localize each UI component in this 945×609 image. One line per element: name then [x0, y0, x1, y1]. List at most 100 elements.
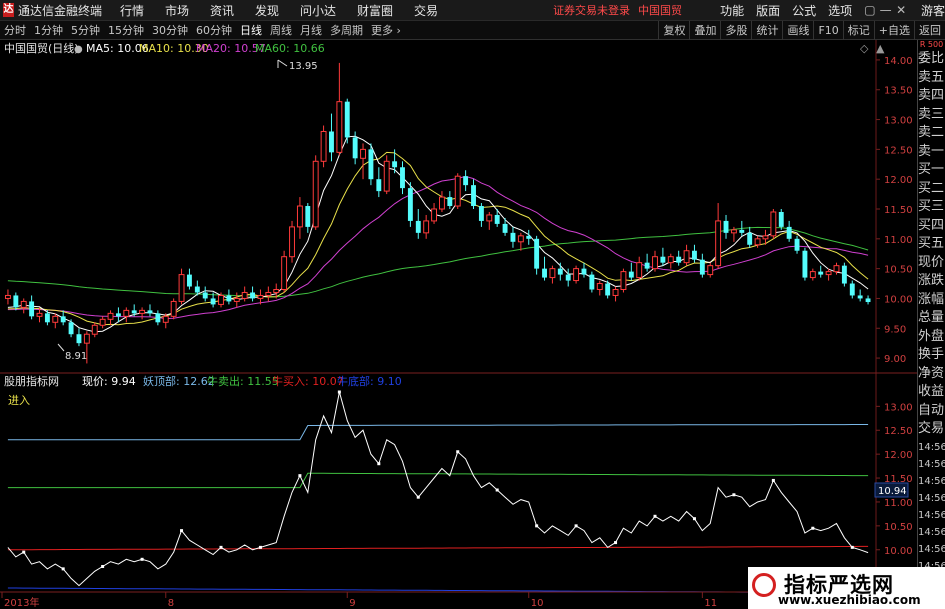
menu-quotes[interactable]: 行情 [120, 2, 144, 19]
tool-draw[interactable]: 画线 [782, 20, 813, 40]
quote-field[interactable]: 14:56 [918, 524, 945, 541]
candle-body [471, 185, 476, 207]
quote-field[interactable]: 14:56 [918, 473, 945, 490]
quote-field[interactable]: 买四 [918, 217, 945, 236]
quote-field[interactable]: 买二 [918, 180, 945, 199]
minimize-icon[interactable]: ▢ [862, 3, 878, 17]
period-1min[interactable]: 1分钟 [30, 21, 67, 40]
quote-field[interactable]: 卖五 [918, 69, 945, 88]
quote-field[interactable]: 总量 [918, 309, 945, 328]
candle-body [660, 256, 666, 263]
quote-field[interactable]: 14:56 [918, 507, 945, 524]
candle [707, 262, 714, 278]
tool-back[interactable]: 返回 [914, 20, 945, 40]
tool-adjust[interactable]: 复权 [658, 20, 689, 40]
quote-field[interactable]: 现价 [918, 254, 945, 273]
candle-body [281, 256, 288, 290]
candle-body [407, 188, 413, 221]
price-dot [535, 524, 539, 528]
menu-wealth[interactable]: 财富圈 [357, 2, 393, 19]
candles[interactable] [4, 62, 871, 364]
candle-body [99, 318, 106, 326]
period-multi[interactable]: 多周期 [326, 21, 367, 40]
trade-login-status[interactable]: 证券交易未登录 [553, 2, 630, 18]
candle-body [542, 268, 547, 278]
quote-field[interactable]: 买三 [918, 198, 945, 217]
period-weekly[interactable]: 周线 [266, 21, 296, 40]
guest-user[interactable]: 游客 [921, 2, 945, 19]
menu-ask[interactable]: 问小达 [300, 2, 336, 19]
price-tag: 10.94 [878, 486, 907, 497]
quote-field[interactable]: 外盘 [918, 328, 945, 347]
period-timeshare[interactable]: 分时 [0, 21, 30, 40]
candle [250, 286, 256, 302]
date-label: 11 [704, 598, 717, 609]
quote-field[interactable]: 涨幅 [918, 291, 945, 310]
candle [202, 286, 208, 302]
quote-field[interactable]: 卖三 [918, 106, 945, 125]
period-60min[interactable]: 60分钟 [192, 21, 236, 40]
quote-field[interactable]: 买一 [918, 161, 945, 180]
menu-options[interactable]: 选项 [828, 2, 852, 19]
period-more[interactable]: 更多 › [367, 21, 405, 40]
settings-icon[interactable]: ◇ [860, 42, 869, 55]
tool-f10[interactable]: F10 [813, 20, 842, 40]
quote-field[interactable]: 委比 [918, 50, 945, 69]
period-5min[interactable]: 5分钟 [67, 21, 104, 40]
period-monthly[interactable]: 月线 [296, 21, 326, 40]
candle-body [841, 265, 847, 284]
period-daily[interactable]: 日线 [236, 21, 266, 40]
quote-field[interactable]: 换手 [918, 346, 945, 365]
period-30min[interactable]: 30分钟 [148, 21, 192, 40]
candle-body [683, 250, 690, 264]
app-title: 通达信金融终端 [17, 3, 102, 18]
restore-icon[interactable]: — [878, 3, 894, 17]
quote-field[interactable]: 自动 [918, 402, 945, 421]
candle-body [423, 220, 430, 234]
candle [589, 271, 595, 293]
ind-y-tick-label: 13.00 [884, 402, 913, 413]
quote-field[interactable]: 收益 [918, 383, 945, 402]
menu-formula[interactable]: 公式 [792, 2, 816, 19]
quote-field[interactable]: 14:56 [918, 490, 945, 507]
candle [676, 250, 682, 266]
collapse-icon[interactable]: ▲ [876, 42, 885, 55]
quote-field[interactable]: 14:56 [918, 541, 945, 558]
close-icon[interactable]: ✕ [893, 3, 909, 17]
y-tick-label: 14.00 [884, 56, 913, 67]
tool-overlay[interactable]: 叠加 [689, 20, 720, 40]
kline-chart[interactable]: 中国国贸(日线) ● MA5: 10.06 MA10: 10.30 MA20: … [0, 40, 917, 609]
quote-field[interactable]: 涨跌 [918, 272, 945, 291]
y-tick-label: 12.50 [884, 145, 913, 156]
ind-y-tick-label: 12.50 [884, 426, 913, 437]
candle [612, 286, 619, 302]
menu-news[interactable]: 资讯 [210, 2, 234, 19]
price-dot [61, 567, 65, 571]
candle-body [557, 268, 563, 275]
quote-field[interactable]: 14:56 [918, 456, 945, 473]
quote-field[interactable]: 卖四 [918, 87, 945, 106]
tool-mark[interactable]: 标记 [842, 20, 874, 40]
tool-multi-stock[interactable]: 多股 [720, 20, 751, 40]
period-15min[interactable]: 15分钟 [104, 21, 148, 40]
candle [186, 268, 192, 290]
quote-field[interactable]: 卖二 [918, 124, 945, 143]
quote-field[interactable]: 卖一 [918, 143, 945, 162]
candle-body [368, 149, 374, 180]
menu-trade[interactable]: 交易 [414, 2, 438, 19]
menu-function[interactable]: 功能 [720, 2, 744, 19]
menu-layout[interactable]: 版面 [756, 2, 780, 19]
tool-add-watch[interactable]: +自选 [873, 20, 914, 40]
quote-field[interactable]: 14:56 [918, 439, 945, 456]
tool-stats[interactable]: 统计 [751, 20, 782, 40]
candle-body [849, 283, 855, 296]
menu-market[interactable]: 市场 [165, 2, 189, 19]
quote-field[interactable]: 买五 [918, 235, 945, 254]
menu-discover[interactable]: 发现 [255, 2, 279, 19]
candle [52, 313, 59, 329]
quote-field[interactable]: 交易 [918, 420, 945, 439]
quote-field[interactable]: 净资 [918, 365, 945, 384]
candle [526, 229, 532, 245]
candle-body [636, 262, 643, 279]
candle [747, 226, 753, 248]
